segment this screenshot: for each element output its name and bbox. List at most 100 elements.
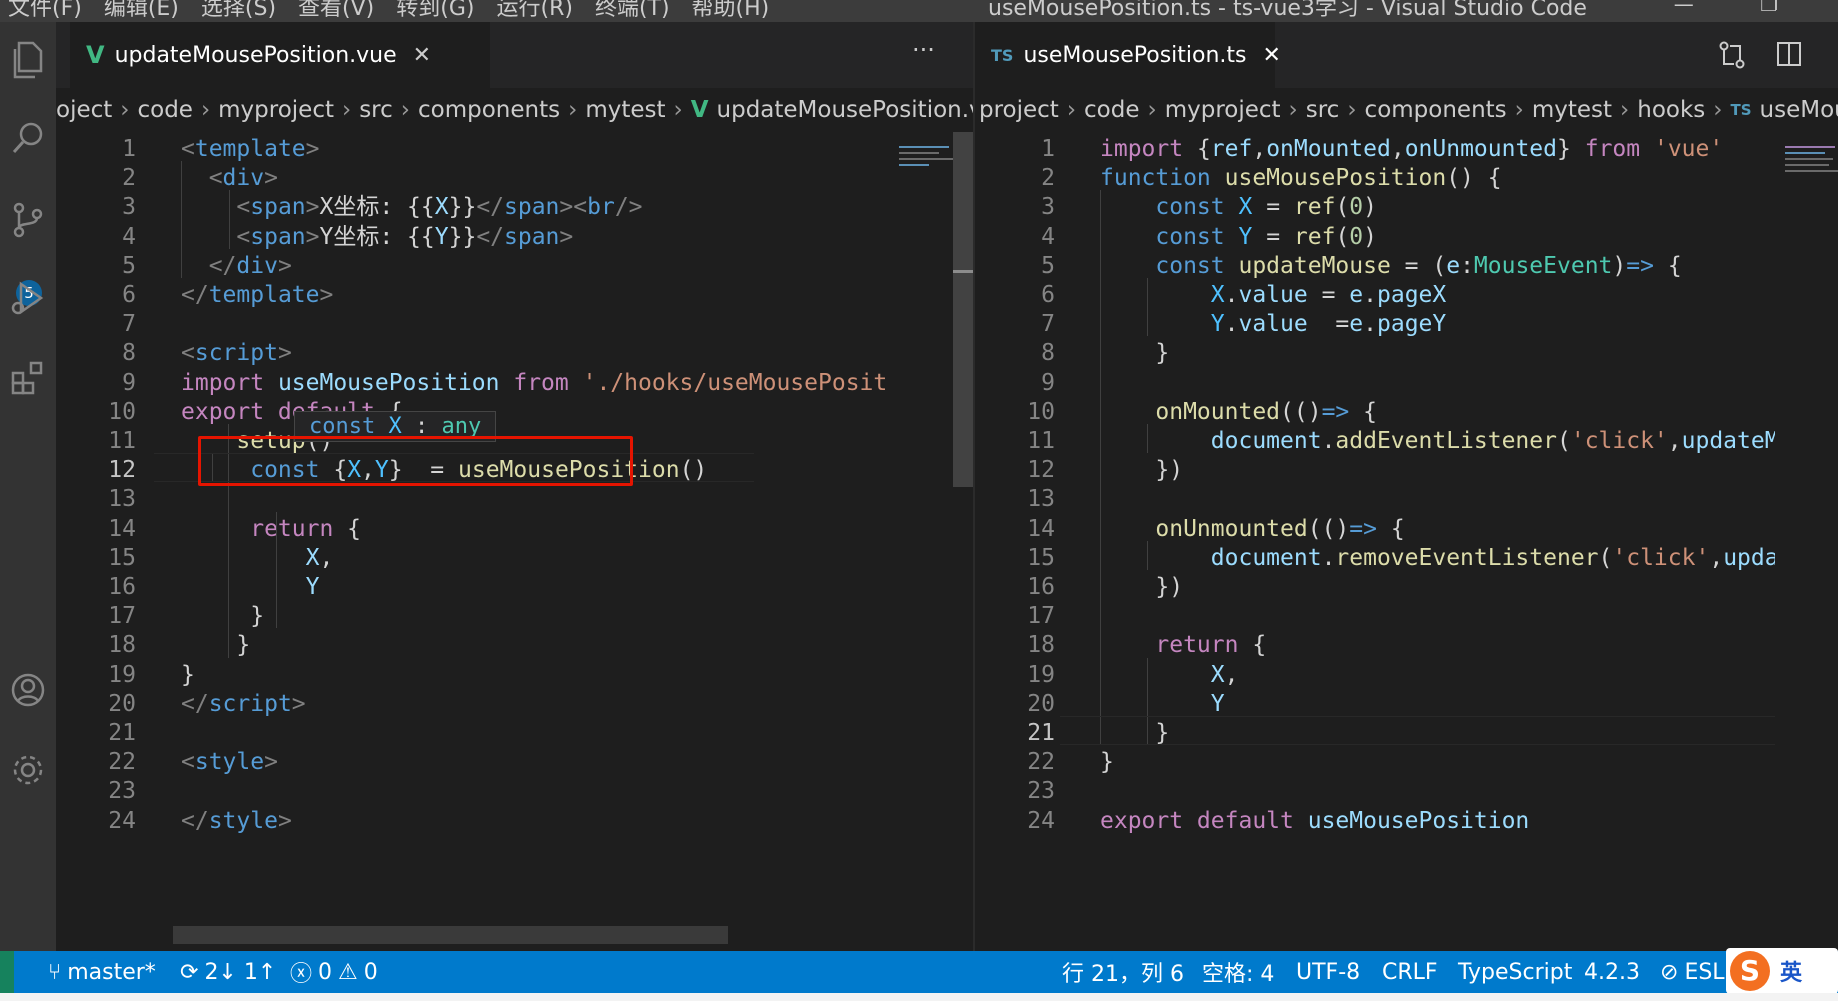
code-token: 'click' bbox=[1570, 428, 1668, 454]
code-token: onUnmounted bbox=[1404, 136, 1558, 162]
chevron-right-icon: › bbox=[1514, 97, 1524, 123]
menu-item[interactable]: 转到(G) bbox=[396, 0, 474, 22]
code-token: } bbox=[1100, 340, 1170, 367]
code-token: , bbox=[319, 544, 334, 571]
code-token: > bbox=[277, 807, 292, 834]
compare-changes-icon[interactable] bbox=[1717, 40, 1747, 74]
code-token: > bbox=[264, 749, 278, 776]
code-token: { bbox=[1349, 398, 1377, 425]
remote-indicator[interactable] bbox=[0, 951, 14, 993]
minimap[interactable] bbox=[1775, 132, 1838, 951]
chevron-right-icon: › bbox=[1066, 97, 1077, 123]
breadcrumb-item[interactable]: hooks bbox=[1637, 97, 1705, 123]
menu-item[interactable]: 编辑(E) bbox=[104, 0, 179, 22]
breadcrumb-item[interactable]: code bbox=[1084, 97, 1139, 123]
breadcrumb-item[interactable]: components bbox=[1365, 97, 1507, 123]
split-editor-icon[interactable] bbox=[1775, 40, 1803, 72]
explorer-icon[interactable] bbox=[0, 32, 56, 88]
line-ending[interactable]: CRLF bbox=[1382, 951, 1438, 993]
code-token: span bbox=[504, 223, 560, 250]
breadcrumb-item[interactable]: myproject bbox=[218, 97, 334, 123]
code-token: useMousePosition bbox=[1224, 165, 1447, 192]
language-mode[interactable]: TypeScript bbox=[1458, 951, 1572, 993]
menu-item[interactable]: 选择(S) bbox=[201, 0, 276, 22]
encoding[interactable]: UTF-8 bbox=[1296, 951, 1360, 993]
maximize-icon[interactable]: ❐ bbox=[1760, 0, 1778, 16]
problems-indicator[interactable]: ⓧ 0 ⚠ 0 bbox=[290, 951, 378, 993]
breadcrumb-item[interactable]: code bbox=[137, 97, 192, 123]
run-debug-icon[interactable] bbox=[0, 270, 56, 326]
code-token: , bbox=[1709, 544, 1724, 571]
code-token: /> bbox=[614, 194, 643, 221]
breadcrumb-item[interactable]: myproject bbox=[1165, 97, 1281, 123]
breadcrumb: project › code › myproject › src › components › my… bbox=[975, 88, 1838, 132]
breadcrumb-item[interactable]: oject bbox=[56, 97, 112, 123]
code-token: = bbox=[1252, 194, 1294, 221]
code-token: ( bbox=[1335, 223, 1350, 250]
breadcrumb-item[interactable]: src bbox=[1306, 97, 1340, 123]
extensions-icon[interactable] bbox=[0, 350, 56, 406]
minimize-icon[interactable]: — bbox=[1674, 0, 1694, 16]
search-icon[interactable] bbox=[0, 110, 56, 166]
right-editor-group: TS useMousePosition.ts ✕ project › code › my… bbox=[975, 22, 1838, 951]
close-icon[interactable]: ✕ bbox=[413, 43, 431, 68]
breadcrumb-item[interactable]: project bbox=[979, 97, 1059, 123]
menu-item[interactable]: 查看(V) bbox=[298, 0, 374, 22]
line-text: export default useMousePosition bbox=[1100, 804, 1529, 838]
code-token: }} bbox=[448, 194, 477, 221]
code-token: const bbox=[1100, 194, 1239, 221]
tab-use-mouse-position-ts[interactable]: TS useMousePosition.ts ✕ bbox=[975, 22, 1281, 88]
code-token: </ bbox=[476, 194, 505, 221]
code-token: > bbox=[559, 223, 574, 250]
breadcrumb-item[interactable]: mytest bbox=[585, 97, 665, 123]
code-token: ) bbox=[1363, 223, 1378, 250]
code-token: return bbox=[181, 515, 348, 542]
menu-item[interactable]: 终端(T) bbox=[595, 0, 670, 22]
vertical-scrollbar[interactable] bbox=[953, 132, 973, 487]
branch-indicator[interactable]: ⑂ master* bbox=[48, 951, 156, 993]
code-token: import bbox=[1100, 136, 1197, 162]
code-token: br bbox=[587, 194, 615, 221]
indentation[interactable]: 空格: 4 bbox=[1202, 951, 1274, 993]
more-actions-icon[interactable]: ··· bbox=[912, 36, 935, 64]
source-control-icon[interactable] bbox=[0, 192, 56, 248]
menu-item[interactable]: 帮助(H) bbox=[692, 0, 770, 22]
minimap[interactable] bbox=[891, 132, 961, 951]
menu-item[interactable]: 文件(F) bbox=[8, 0, 82, 22]
breadcrumb-item[interactable]: components bbox=[418, 97, 560, 123]
sync-indicator[interactable]: ⟳ 2↓ 1↑ bbox=[180, 951, 276, 993]
accounts-icon[interactable] bbox=[0, 662, 56, 718]
sync-counts: 2↓ 1↑ bbox=[204, 959, 277, 985]
line-number: 24 bbox=[108, 807, 136, 834]
breadcrumb-item[interactable]: useMou bbox=[1760, 97, 1838, 123]
window-controls[interactable]: — ❐ bbox=[1674, 0, 1778, 16]
menu-item[interactable]: 运行(R) bbox=[496, 0, 572, 22]
chevron-right-icon: › bbox=[673, 97, 683, 123]
gear-icon[interactable] bbox=[0, 742, 56, 798]
ime-indicator[interactable]: S 英 bbox=[1726, 948, 1838, 994]
chevron-right-icon: › bbox=[200, 97, 211, 123]
ts-version[interactable]: 4.2.3 bbox=[1584, 951, 1640, 993]
cursor-position[interactable]: 行 21，列 6 bbox=[1062, 951, 1184, 993]
window-title: useMousePosition.ts - ts-vue3学习 - Visual… bbox=[988, 0, 1587, 21]
code-token: script bbox=[194, 340, 278, 367]
code-token: (() bbox=[1307, 515, 1350, 542]
breadcrumb-item[interactable]: updateMousePosition.vue bbox=[717, 97, 973, 123]
close-icon[interactable]: ✕ bbox=[1263, 43, 1281, 68]
tab-update-mouse-position-vue[interactable]: V updateMousePosition.vue ✕ bbox=[70, 22, 490, 88]
code-token: Y bbox=[1100, 690, 1225, 717]
eslint-label: ESLI bbox=[1684, 959, 1732, 985]
breadcrumb-item[interactable]: src bbox=[359, 97, 393, 123]
eslint-status[interactable]: ⊘ ESLI bbox=[1660, 951, 1731, 993]
code-token: < bbox=[181, 194, 251, 221]
horizontal-scrollbar[interactable] bbox=[173, 926, 728, 944]
code-token: > bbox=[305, 194, 320, 221]
code-token: Y bbox=[1238, 223, 1253, 250]
code-token: pageY bbox=[1377, 311, 1447, 338]
code-token: , bbox=[1252, 136, 1267, 162]
indent-guide bbox=[1147, 540, 1148, 570]
code-token: useMousePosition bbox=[277, 369, 514, 396]
code-token: Y坐标: {{ bbox=[319, 223, 435, 250]
chevron-right-icon: › bbox=[1347, 97, 1357, 123]
breadcrumb-item[interactable]: mytest bbox=[1532, 97, 1612, 123]
